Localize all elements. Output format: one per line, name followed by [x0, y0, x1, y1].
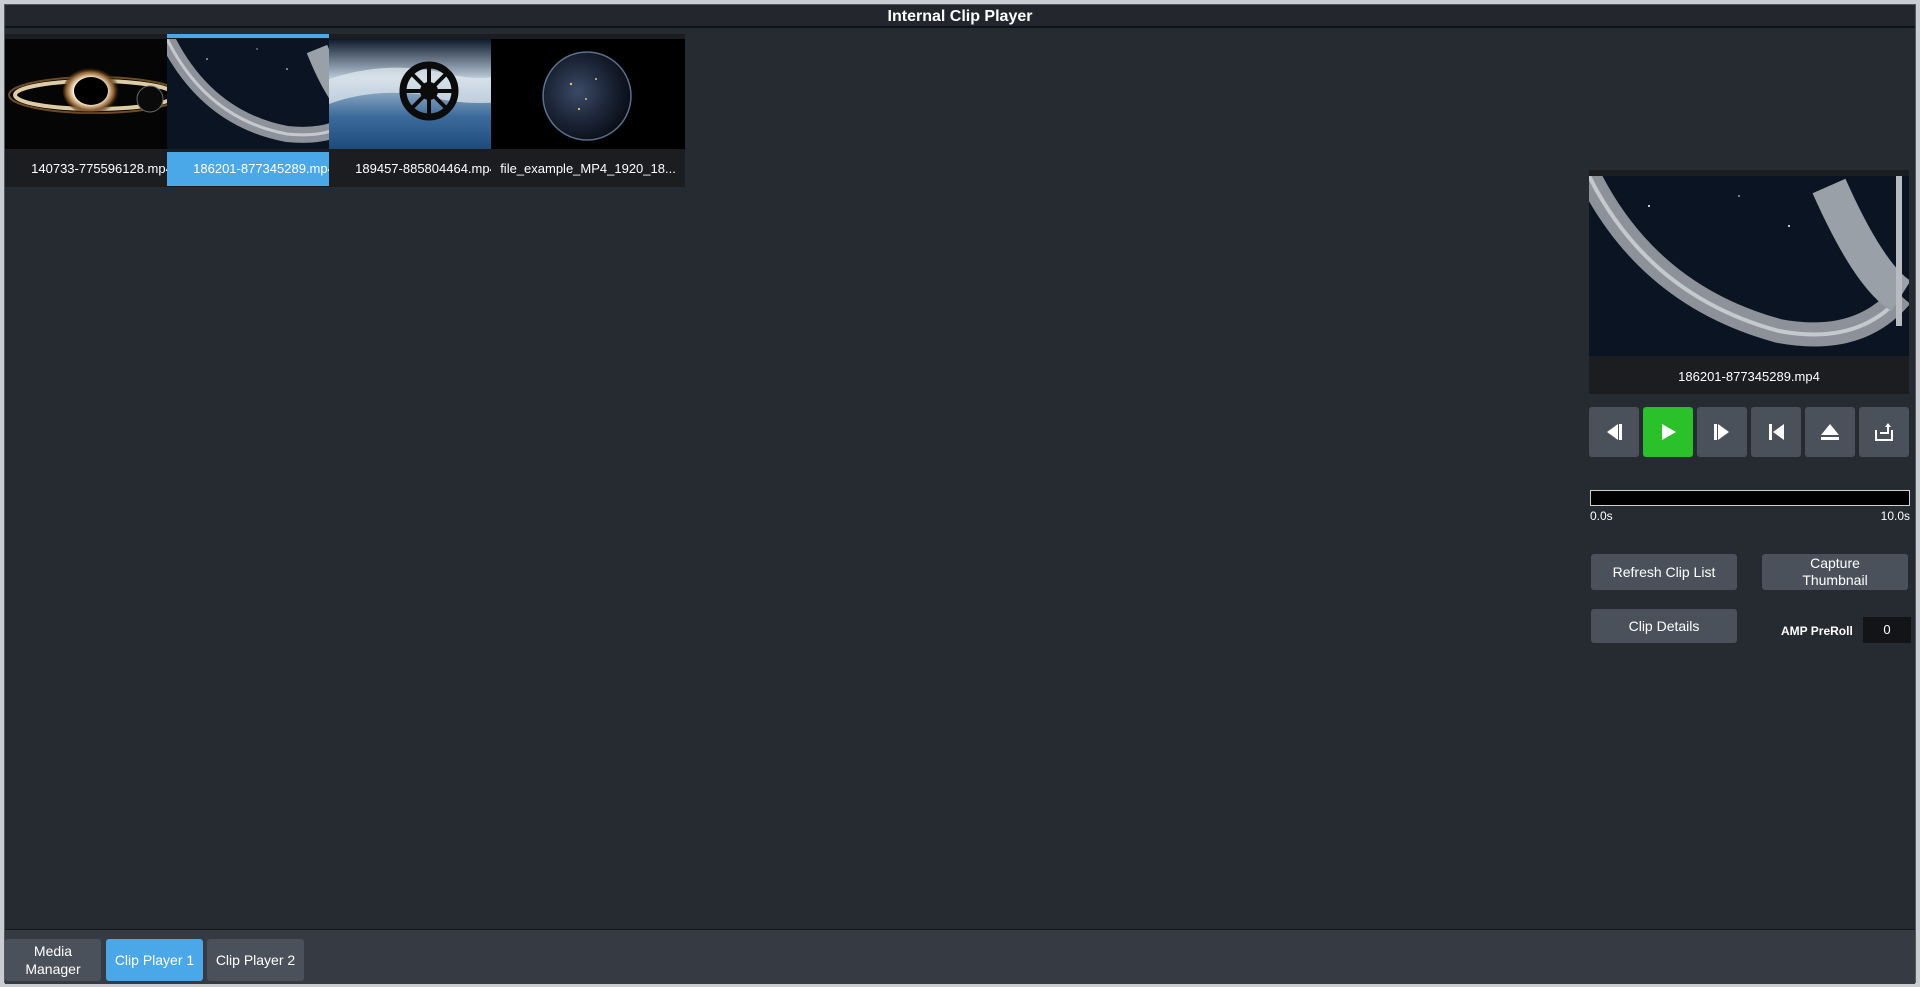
transport-controls [1589, 407, 1909, 459]
eject-button[interactable] [1805, 407, 1855, 457]
tab-clip-player-1[interactable]: Clip Player 1 [106, 939, 203, 981]
time-start-label: 0.0s [1590, 509, 1613, 523]
loop-button[interactable] [1859, 407, 1909, 457]
refresh-clip-list-button[interactable]: Refresh Clip List [1591, 554, 1737, 590]
amp-preroll-input[interactable]: 0 [1863, 617, 1911, 643]
tab-media-manager[interactable]: Media Manager [5, 939, 101, 981]
clip-thumbnail [491, 39, 685, 149]
capture-thumbnail-button[interactable]: Capture Thumbnail [1762, 554, 1908, 590]
progress-bar[interactable] [1590, 490, 1910, 506]
eject-icon [1821, 424, 1839, 440]
tab-clip-player-2[interactable]: Clip Player 2 [207, 939, 304, 981]
play-button[interactable] [1643, 407, 1693, 457]
step-forward-icon [1714, 424, 1729, 440]
clip-player-window: Internal Clip Player 140733-775596128.mp… [4, 4, 1916, 984]
window-title: Internal Clip Player [5, 5, 1915, 28]
bottom-tab-bar: Media Manager Clip Player 1 Clip Player … [5, 929, 1915, 984]
time-end-label: 10.0s [1880, 509, 1910, 523]
preview-thumbnail [1589, 176, 1909, 356]
loop-icon [1875, 423, 1893, 441]
step-back-button[interactable] [1589, 407, 1639, 457]
go-to-start-button[interactable] [1751, 407, 1801, 457]
clip-filename: file_example_MP4_1920_18... [500, 161, 676, 176]
step-forward-button[interactable] [1697, 407, 1747, 457]
clip-details-button[interactable]: Clip Details [1591, 609, 1737, 643]
go-to-start-icon [1769, 424, 1784, 440]
play-icon [1662, 424, 1676, 440]
amp-preroll-label: AMP PreRoll [1781, 624, 1853, 638]
clip-tile-4[interactable]: file_example_MP4_1920_18... [491, 34, 685, 187]
preview-panel: 186201-877345289.mp4 [1589, 170, 1909, 394]
step-back-icon [1607, 424, 1622, 440]
preview-filename: 186201-877345289.mp4 [1678, 369, 1820, 384]
